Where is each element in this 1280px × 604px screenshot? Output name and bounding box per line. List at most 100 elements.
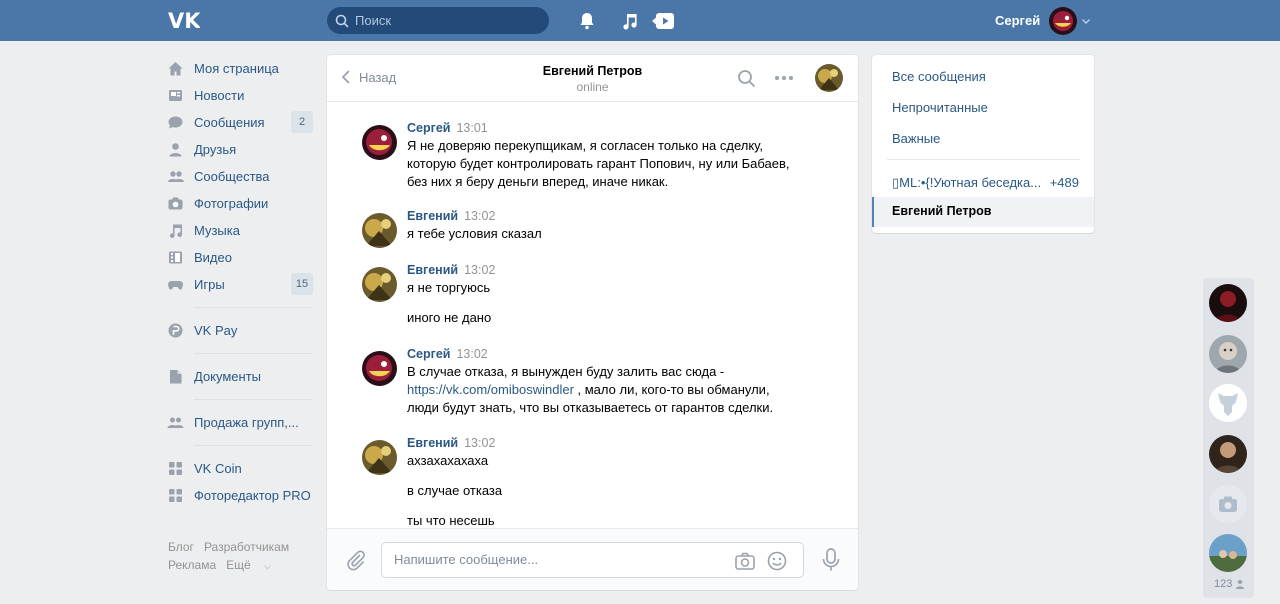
bell-icon[interactable] bbox=[576, 10, 598, 32]
message-input-box[interactable] bbox=[381, 542, 804, 578]
message-composer bbox=[327, 528, 858, 590]
conversation-item[interactable]: ▯ML:•{!Уютная беседка... +489 bbox=[872, 169, 1094, 199]
message: Сергей 13:01 Я не доверяю перекупщикам, я… bbox=[362, 121, 822, 189]
search-box[interactable] bbox=[327, 7, 549, 34]
chat-header: Назад Евгений Петров online bbox=[327, 55, 858, 102]
message-text: ахзахахахаха bbox=[407, 453, 489, 468]
more-icon[interactable] bbox=[774, 72, 794, 84]
message-input[interactable] bbox=[394, 552, 724, 567]
avatar[interactable] bbox=[362, 213, 397, 248]
sidebar-item[interactable]: Фотографии bbox=[167, 190, 313, 217]
chat-avatar[interactable] bbox=[1209, 284, 1247, 322]
user-name: Сергей bbox=[995, 13, 1041, 28]
microphone-icon[interactable] bbox=[820, 547, 842, 573]
camera-icon[interactable] bbox=[1209, 485, 1247, 523]
sidebar-item[interactable]: Видео bbox=[167, 244, 313, 271]
dog-icon[interactable] bbox=[1209, 384, 1247, 422]
chat-avatar[interactable] bbox=[1209, 534, 1247, 572]
smile-icon[interactable] bbox=[766, 550, 788, 572]
message: Сергей 13:02 В случае отказа, я вынужден … bbox=[362, 347, 822, 415]
filter-all-messages[interactable]: Все сообщения bbox=[892, 69, 986, 84]
divider bbox=[194, 353, 313, 354]
home-icon bbox=[168, 62, 183, 76]
chat-avatar[interactable] bbox=[1209, 335, 1247, 373]
search-input[interactable] bbox=[355, 13, 545, 28]
message-time[interactable]: 13:02 bbox=[464, 209, 495, 223]
paperclip-icon[interactable] bbox=[345, 549, 367, 571]
user-menu[interactable]: Сергей bbox=[995, 6, 1091, 35]
filter-unread[interactable]: Непрочитанные bbox=[892, 100, 988, 115]
chat-list-sidebar: 123 bbox=[1203, 278, 1254, 598]
camera-icon bbox=[168, 197, 183, 210]
message-text: Я не доверяю перекупщикам, я согласен то… bbox=[407, 138, 763, 153]
avatar[interactable] bbox=[362, 351, 397, 386]
footer-link-ads[interactable]: Реклама bbox=[168, 558, 216, 572]
message-time[interactable]: 13:01 bbox=[456, 121, 487, 135]
music-icon bbox=[169, 224, 183, 238]
counter-badge: 2 bbox=[291, 111, 313, 133]
sidebar-item[interactable]: Сообщества bbox=[167, 163, 313, 190]
sidebar-item-label: Видео bbox=[194, 250, 232, 265]
message-author[interactable]: Сергей bbox=[407, 347, 450, 361]
conversation-title: ▯ML:•{!Уютная беседка... bbox=[892, 175, 1042, 190]
chat-avatar[interactable] bbox=[1209, 435, 1247, 473]
peer-avatar[interactable] bbox=[815, 64, 843, 92]
sidebar-item-label: VK Pay bbox=[194, 323, 238, 338]
message-author[interactable]: Евгений bbox=[407, 263, 458, 277]
video-icon bbox=[169, 251, 182, 264]
vk-logo-icon[interactable]: VK bbox=[168, 9, 200, 31]
sidebar-item[interactable]: Фоторедактор PRO bbox=[167, 482, 313, 509]
avatar[interactable] bbox=[362, 440, 397, 475]
sidebar-item-label: Фотографии bbox=[194, 196, 269, 211]
message-author[interactable]: Евгений bbox=[407, 436, 458, 450]
message-author[interactable]: Евгений bbox=[407, 209, 458, 223]
counter-badge: 15 bbox=[291, 273, 313, 295]
message-time[interactable]: 13:02 bbox=[464, 263, 495, 277]
camera-icon[interactable] bbox=[734, 550, 756, 572]
divider bbox=[194, 445, 313, 446]
avatar[interactable] bbox=[362, 267, 397, 302]
message-text: я не торгуюсь bbox=[407, 280, 491, 295]
message-time[interactable]: 13:02 bbox=[464, 436, 495, 450]
sidebar-item[interactable]: Моя страница bbox=[167, 55, 313, 82]
sidebar-item-label: Игры bbox=[194, 277, 225, 292]
sidebar-item-label: Сообщества bbox=[194, 169, 270, 184]
message-text: иного не дано bbox=[407, 310, 492, 325]
sidebar-item[interactable]: Друзья bbox=[167, 136, 313, 163]
music-icon[interactable] bbox=[619, 10, 641, 32]
message-text: я тебе условия сказал bbox=[407, 226, 542, 241]
filter-important[interactable]: Важные bbox=[892, 131, 940, 146]
conversation-title: Евгений Петров bbox=[892, 204, 992, 218]
footer-links: Блог Разработчикам Реклама Ещё ⌵ bbox=[168, 538, 308, 575]
sidebar-item[interactable]: Продажа групп,... bbox=[167, 409, 313, 436]
search-icon[interactable] bbox=[737, 69, 756, 88]
message-author[interactable]: Сергей bbox=[407, 121, 450, 135]
message-link[interactable]: https://vk.com/omiboswindler bbox=[407, 382, 574, 397]
sidebar-item[interactable]: Игры 15 bbox=[167, 271, 313, 298]
footer-link-blog[interactable]: Блог bbox=[168, 540, 194, 554]
chat-panel: Назад Евгений Петров online Сергей 13:01 … bbox=[327, 55, 858, 590]
sidebar-item-label: Продажа групп,... bbox=[194, 415, 299, 430]
count-label: 123 bbox=[1214, 578, 1233, 590]
sidebar-item[interactable]: Новости bbox=[167, 82, 313, 109]
footer-link-more[interactable]: Ещё ⌵ bbox=[226, 558, 281, 572]
message-time[interactable]: 13:02 bbox=[456, 347, 487, 361]
play-icon[interactable] bbox=[651, 10, 675, 32]
message: Евгений 13:02 я не торгуюсь иного не дано bbox=[362, 263, 822, 327]
chat-list-count[interactable]: 123 bbox=[1214, 578, 1245, 590]
message-text: люди будут знать, что вы отказываетесь о… bbox=[407, 400, 774, 415]
sidebar-item[interactable]: Документы bbox=[167, 363, 313, 390]
messages-filter-menu: Все сообщения Непрочитанные Важные ▯ML:•… bbox=[872, 55, 1094, 233]
sidebar-item[interactable]: VK Coin bbox=[167, 455, 313, 482]
news-icon bbox=[169, 90, 182, 101]
sidebar-item[interactable]: Сообщения 2 bbox=[167, 109, 313, 136]
sidebar-item[interactable]: Музыка bbox=[167, 217, 313, 244]
avatar[interactable] bbox=[362, 125, 397, 160]
group-icon bbox=[167, 417, 184, 428]
footer-link-dev[interactable]: Разработчикам bbox=[204, 540, 289, 554]
docs-icon bbox=[170, 370, 182, 384]
conversation-item-active[interactable]: Евгений Петров bbox=[872, 197, 1094, 227]
message-text: которую будет контролировать гарант Попо… bbox=[407, 156, 790, 171]
sidebar-item-label: Сообщения bbox=[194, 115, 265, 130]
sidebar-item[interactable]: VK Pay bbox=[167, 317, 313, 344]
